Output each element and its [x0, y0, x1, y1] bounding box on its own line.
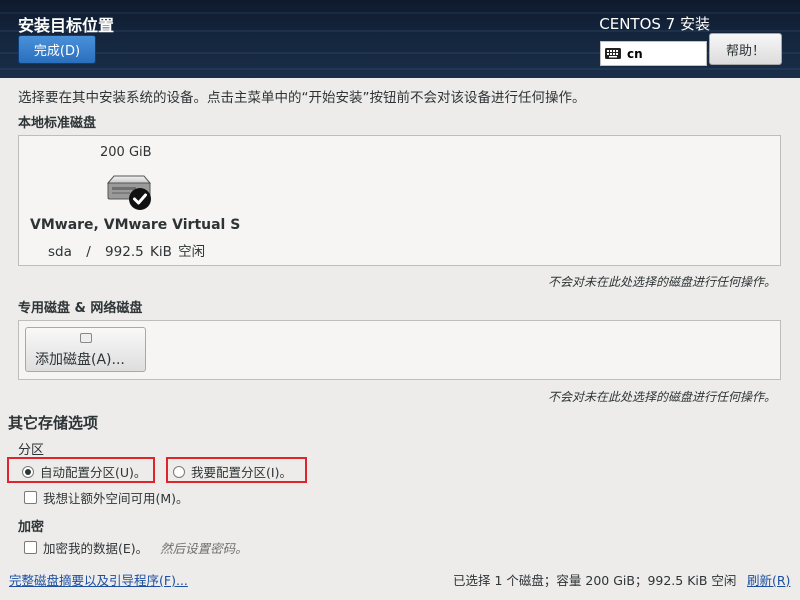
- checkbox-icon: [24, 491, 37, 504]
- extra-space-checkbox[interactable]: 我想让额外空间可用(M)。: [24, 488, 189, 507]
- local-disks-note: 不会对未在此处选择的磁盘进行任何操作。: [547, 275, 776, 289]
- encrypt-data-label: 加密我的数据(E)。: [43, 541, 149, 556]
- disk-sda[interactable]: 200 GiB VMware, VMware Virtual S sda / 9…: [30, 140, 240, 262]
- product-name: CENTOS 7 安装: [599, 15, 710, 33]
- extra-space-label: 我想让额外空间可用(M)。: [43, 491, 189, 506]
- help-button[interactable]: 帮助！: [709, 33, 782, 65]
- disk-size: 200 GiB: [100, 145, 152, 160]
- keyboard-icon: [605, 48, 621, 59]
- encryption-label: 加密: [18, 520, 45, 535]
- add-disk-label: 添加磁盘(A)...: [35, 352, 125, 368]
- special-disks-note: 不会对未在此处选择的磁盘进行任何操作。: [547, 390, 776, 404]
- page-title: 安装目标位置: [18, 16, 115, 35]
- keyboard-layout-label: cn: [627, 46, 643, 61]
- done-button[interactable]: 完成(D): [18, 35, 96, 64]
- encryption-hint: 然后设置密码。: [160, 541, 248, 556]
- refresh-link[interactable]: 刷新(R): [747, 570, 790, 589]
- encrypt-data-checkbox[interactable]: 加密我的数据(E)。 然后设置密码。: [24, 538, 248, 557]
- other-storage-heading: 其它存储选项: [8, 414, 99, 432]
- auto-partition-radio[interactable]: 自动配置分区(U)。: [22, 462, 146, 481]
- intro-text: 选择要在其中安装系统的设备。点击主菜单中的“开始安装”按钮前不会对该设备进行任何…: [18, 90, 586, 106]
- add-disk-button[interactable]: 添加磁盘(A)...: [25, 327, 146, 372]
- disk-name: VMware, VMware Virtual S: [30, 217, 241, 233]
- checkbox-icon: [24, 541, 37, 554]
- keyboard-layout-indicator[interactable]: cn: [600, 41, 707, 66]
- header-bar: 安装目标位置 完成(D) CENTOS 7 安装 cn 帮助！: [0, 0, 800, 78]
- add-disk-icon: [80, 333, 92, 343]
- full-disk-summary-link[interactable]: 完整磁盘摘要以及引导程序(F)...: [9, 570, 188, 589]
- manual-partition-label: 我要配置分区(I)。: [191, 465, 292, 480]
- auto-partition-label: 自动配置分区(U)。: [40, 465, 147, 480]
- local-disks-label: 本地标准磁盘: [18, 116, 97, 131]
- selection-status: 已选择 1 个磁盘；容量 200 GiB；992.5 KiB 空闲: [453, 573, 737, 588]
- manual-partition-radio[interactable]: 我要配置分区(I)。: [173, 462, 292, 481]
- radio-selected-icon: [22, 465, 34, 478]
- disk-free: 992.5 KiB 空闲: [105, 244, 206, 260]
- disk-separator: /: [86, 244, 91, 260]
- radio-unselected-icon: [173, 465, 185, 478]
- disk-details: sda / 992.5 KiB 空闲: [48, 240, 205, 260]
- disk-device: sda: [48, 244, 72, 260]
- hard-disk-selected-icon: [106, 175, 152, 210]
- special-disks-label: 专用磁盘 & 网络磁盘: [18, 301, 143, 316]
- partitioning-label: 分区: [18, 443, 45, 458]
